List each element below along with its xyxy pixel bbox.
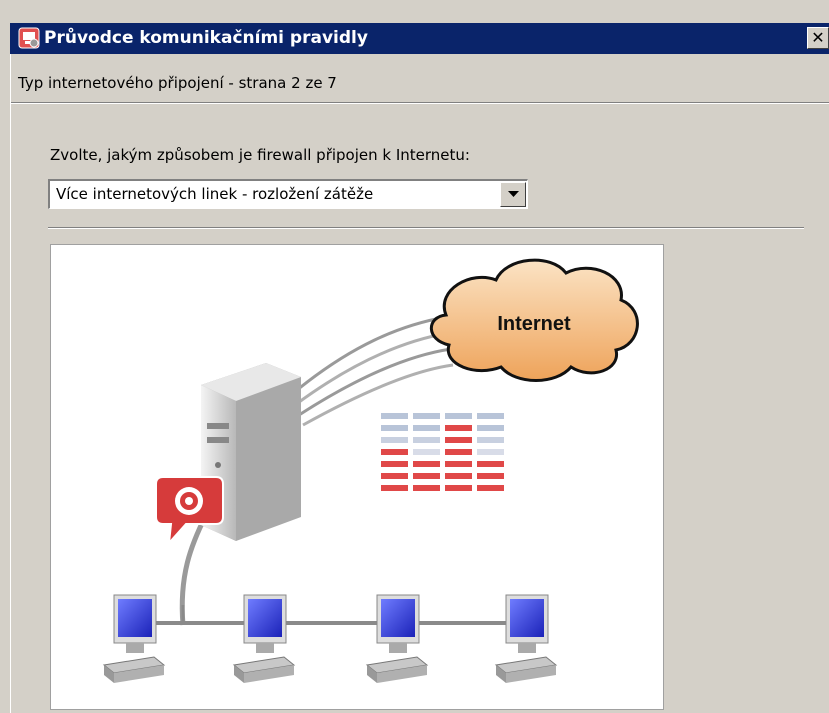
computer-icon — [102, 594, 166, 683]
chevron-down-icon — [508, 191, 519, 197]
network-illustration: Internet — [50, 244, 664, 710]
dropdown-button[interactable] — [500, 182, 526, 207]
page-subtitle: Typ internetového připojení - strana 2 z… — [18, 74, 337, 92]
close-button[interactable]: ✕ — [807, 27, 829, 49]
connection-type-select[interactable]: Více internetových linek - rozložení zát… — [48, 179, 528, 209]
close-icon: ✕ — [811, 28, 825, 47]
title-bar[interactable]: Průvodce komunikačními pravidly ✕ — [10, 23, 829, 54]
cloud-label: Internet — [497, 313, 571, 335]
load-balance-bars-icon — [381, 413, 504, 491]
window-left-edge — [10, 54, 11, 713]
computer-icon — [494, 594, 558, 683]
header-divider-highlight — [10, 103, 829, 104]
computer-icon — [232, 594, 296, 683]
uplink-cables — [290, 315, 454, 427]
section-divider-highlight — [48, 228, 804, 229]
connection-question-label: Zvolte, jakým způsobem je firewall připo… — [50, 146, 470, 164]
computer-icon — [365, 594, 429, 683]
firewall-badge-icon — [155, 476, 224, 546]
connection-type-value: Více internetových linek - rozložení zát… — [56, 185, 374, 203]
wizard-app-icon — [18, 27, 40, 49]
window-title: Průvodce komunikačními pravidly — [44, 28, 368, 48]
lan-cable — [156, 513, 541, 626]
cloud-icon: Internet — [429, 258, 639, 382]
